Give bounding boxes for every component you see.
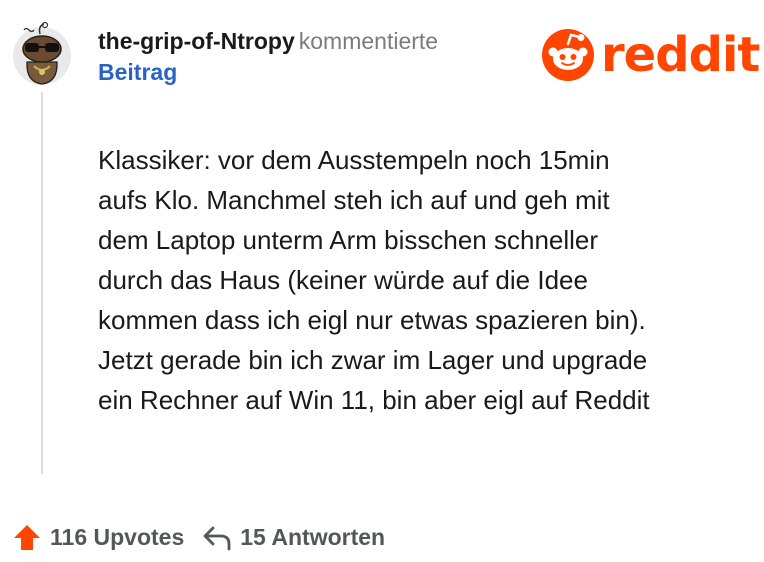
upvote-button[interactable]: 116 Upvotes bbox=[12, 522, 184, 552]
user-avatar[interactable] bbox=[10, 21, 74, 86]
comment-header: the-grip-of-Ntropy kommentierte Beitrag bbox=[98, 26, 438, 88]
comment-body: Klassiker: vor dem Ausstempeln noch 15mi… bbox=[98, 145, 650, 415]
reddit-logo: reddit bbox=[541, 27, 760, 83]
replies-count: 15 Antworten bbox=[240, 523, 386, 550]
reddit-snoo-logo-icon bbox=[542, 29, 594, 81]
snoo-avatar-icon bbox=[13, 21, 71, 85]
post-link[interactable]: Beitrag bbox=[98, 57, 438, 88]
replies-button[interactable]: 15 Antworten bbox=[202, 523, 385, 551]
comment-thread-line[interactable] bbox=[41, 92, 43, 474]
upvote-count: 116 Upvotes bbox=[50, 523, 185, 550]
comment-username[interactable]: the-grip-of-Ntropy bbox=[98, 28, 295, 54]
comment-action-text: kommentierte bbox=[298, 28, 439, 54]
reddit-wordmark: reddit bbox=[601, 27, 760, 83]
reply-arrow-icon bbox=[203, 526, 231, 551]
upvote-arrow-icon[interactable] bbox=[12, 522, 42, 552]
comment-footer: 116 Upvotes 15 Antworten bbox=[12, 522, 385, 552]
